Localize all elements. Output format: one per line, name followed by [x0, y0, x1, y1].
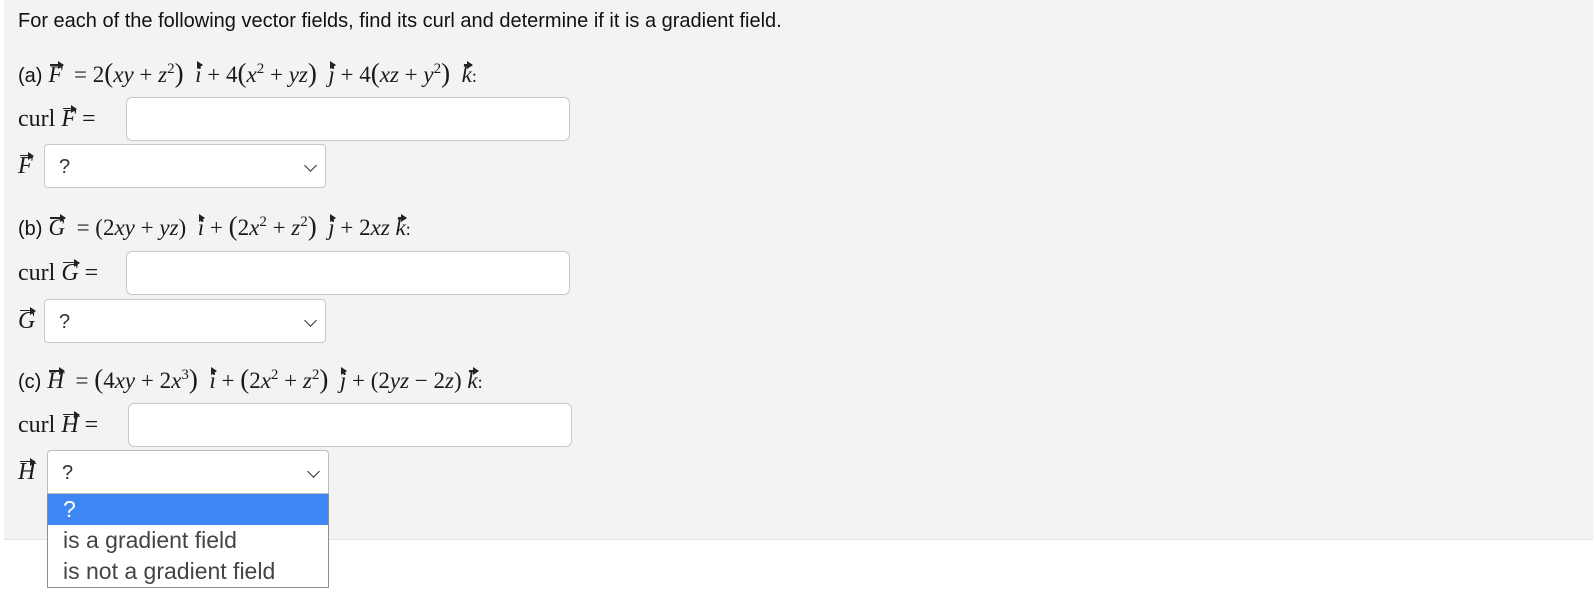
part-c-select-row: H ?: [18, 450, 329, 494]
chevron-down-icon: [304, 314, 317, 327]
part-b-select-symbol: G: [18, 306, 37, 334]
part-b-statement: (b) G = (2xy + yz) i + (2x2 + z2) j + 2x…: [18, 211, 411, 242]
instructions-text: For each of the following vector fields,…: [18, 10, 782, 32]
part-a-statement: (a) F = 2(xy + z2) i + 4(x2 + yz) j + 4(…: [18, 58, 477, 89]
gradient-dropdown-list: ? is a gradient field is not a gradient …: [47, 494, 329, 588]
part-b-select-row: G ?: [18, 299, 326, 343]
part-a-curl-row: curl F =: [18, 97, 570, 141]
part-b-formula: G = (2xy + yz) i + (2x2 + z2) j + 2xz k:: [48, 211, 411, 241]
part-c-formula: H = (4xy + 2x3) i + (2x2 + z2) j + (2yz …: [47, 364, 483, 394]
part-a-curl-input[interactable]: [126, 97, 570, 141]
part-a-gradient-select[interactable]: ?: [44, 144, 326, 188]
part-a-select-symbol: F: [18, 151, 34, 179]
part-b-label: (b): [18, 218, 43, 240]
dropdown-option-is-not-gradient[interactable]: is not a gradient field: [48, 556, 328, 587]
part-a-select-row: F ?: [18, 144, 326, 188]
part-c-curl-row: curl H =: [18, 403, 572, 447]
part-c-curl-label: curl H =: [18, 410, 99, 438]
part-a-curl-label: curl F =: [18, 104, 96, 132]
part-b-curl-row: curl G =: [18, 251, 570, 295]
part-b-curl-input[interactable]: [126, 251, 570, 295]
part-c-select-symbol: H: [18, 457, 37, 485]
dropdown-option-is-gradient[interactable]: is a gradient field: [48, 525, 328, 556]
chevron-down-icon: [304, 159, 317, 172]
part-c-gradient-select[interactable]: ?: [47, 450, 329, 494]
part-b-curl-label: curl G =: [18, 258, 99, 286]
vector-G-symbol: G: [48, 214, 66, 240]
vector-F-symbol: F: [48, 61, 64, 87]
unit-i-symbol: i: [195, 61, 203, 87]
unit-j-symbol: j: [328, 61, 337, 87]
part-c-label: (c): [18, 371, 42, 393]
dropdown-option-unset[interactable]: ?: [48, 494, 328, 525]
part-a-formula: F = 2(xy + z2) i + 4(x2 + yz) j + 4(xz +…: [48, 58, 477, 88]
part-a-label: (a): [18, 65, 43, 87]
vector-H-symbol: H: [47, 367, 65, 393]
unit-k-symbol: k: [461, 61, 474, 87]
part-c-curl-input[interactable]: [128, 403, 572, 447]
chevron-down-icon: [307, 465, 320, 478]
part-b-gradient-select[interactable]: ?: [44, 299, 326, 343]
part-c-statement: (c) H = (4xy + 2x3) i + (2x2 + z2) j + (…: [18, 364, 483, 395]
